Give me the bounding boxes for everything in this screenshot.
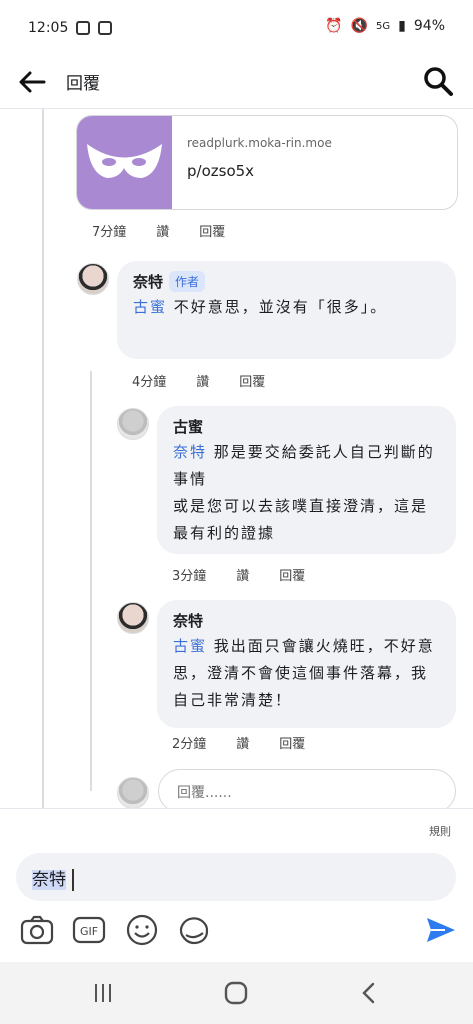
author-name[interactable]: 古蜜 (173, 416, 203, 437)
comment-text: 古蜜 不好意思，並沒有「很多」。 (133, 294, 440, 321)
author-name[interactable]: 奈特 (133, 271, 163, 292)
comment-actions: 4分鐘 讚 回覆 (132, 371, 265, 390)
comment-time: 2分鐘 (172, 737, 207, 752)
link-domain: readplurk.moka-rin.moe (187, 136, 332, 150)
home-icon[interactable] (221, 978, 251, 1008)
author-name[interactable]: 奈特 (173, 610, 203, 631)
comment-body: 那是要交給委託人自己判斷的事情 (173, 443, 435, 488)
comment-text: 古蜜 我出面只會讓火燒旺，不好意思，澄清不會使這個事件落幕，我自己非常清楚！ (173, 633, 440, 714)
text-cursor (72, 869, 74, 891)
system-nav-bar (0, 962, 473, 1024)
reply-button[interactable]: 回覆 (199, 221, 225, 240)
svg-text:GIF: GIF (80, 925, 98, 938)
link-thumbnail (77, 116, 172, 209)
avatar[interactable] (117, 408, 149, 440)
mention-link[interactable]: 古蜜 (173, 637, 207, 655)
thread-line-outer (42, 109, 44, 809)
search-icon[interactable] (421, 64, 455, 98)
camera-icon[interactable] (20, 913, 54, 947)
comment-author: 奈特 (173, 610, 440, 631)
comment-bubble: 奈特 作者 古蜜 不好意思，並沒有「很多」。 (117, 261, 456, 359)
signal-icon: ▮ (398, 18, 406, 34)
compose-value: 奈特 (32, 870, 66, 890)
rules-link[interactable]: 規則 (429, 823, 451, 839)
mention-link[interactable]: 奈特 (173, 443, 207, 461)
status-left: 12:05 (28, 20, 113, 36)
comment-bubble: 奈特 古蜜 我出面只會讓火燒旺，不好意思，澄清不會使這個事件落幕，我自己非常清楚… (157, 600, 456, 728)
comment-author: 古蜜 (173, 416, 440, 437)
reply-button[interactable]: 回覆 (279, 733, 305, 752)
recent-apps-icon[interactable] (88, 978, 118, 1008)
status-bar: 12:05 ⏰ 🔇 5G ▮ 94% (0, 0, 473, 56)
reply-input[interactable]: 回覆...... (158, 769, 456, 809)
reply-button[interactable]: 回覆 (239, 371, 265, 390)
status-right: ⏰ 🔇 5G ▮ 94% (325, 18, 445, 34)
comment-actions: 2分鐘 讚 回覆 (172, 733, 305, 752)
reply-button[interactable]: 回覆 (279, 565, 305, 584)
alarm-icon: ⏰ (325, 18, 343, 34)
page-title: 回覆 (66, 74, 100, 94)
comment-actions: 7分鐘 讚 回覆 (92, 221, 225, 240)
compose-panel: 規則 奈特 GIF (0, 808, 473, 963)
notification-icon (76, 21, 91, 35)
comment-time: 3分鐘 (172, 569, 207, 584)
back-arrow-icon[interactable] (14, 64, 50, 100)
author-badge: 作者 (169, 271, 206, 292)
emoji-icon[interactable] (125, 913, 159, 947)
battery-label: 94% (413, 18, 445, 34)
comment-time: 7分鐘 (92, 225, 127, 240)
like-button[interactable]: 讚 (156, 221, 169, 240)
avatar[interactable] (77, 263, 109, 295)
comment-body: 我出面只會讓火燒旺，不好意思，澄清不會使這個事件落幕，我自己非常清楚！ (173, 637, 435, 709)
link-path: p/ozso5x (187, 162, 255, 180)
like-button[interactable]: 讚 (236, 733, 249, 752)
like-button[interactable]: 讚 (196, 371, 209, 390)
app-bar: 回覆 (0, 56, 473, 109)
sticker-icon[interactable] (177, 913, 211, 947)
like-button[interactable]: 讚 (236, 565, 249, 584)
mask-icon (87, 144, 162, 178)
mute-icon: 🔇 (350, 18, 369, 34)
comment-actions: 3分鐘 讚 回覆 (172, 565, 305, 584)
send-icon[interactable] (424, 913, 458, 947)
comment-author: 奈特 作者 (133, 271, 440, 292)
comment-body-line2: 或是您可以去該噗直接澄清，這是最有利的證據 (173, 497, 429, 542)
comment-body: 不好意思，並沒有「很多」。 (167, 298, 388, 316)
status-time: 12:05 (28, 20, 69, 36)
network-label: 5G (376, 20, 391, 32)
avatar (117, 777, 149, 809)
compose-input[interactable]: 奈特 (16, 853, 456, 901)
back-icon[interactable] (354, 978, 384, 1008)
comment-bubble: 古蜜 奈特 那是要交給委託人自己判斷的事情 或是您可以去該噗直接澄清，這是最有利… (157, 406, 456, 554)
avatar[interactable] (117, 602, 149, 634)
link-preview-card[interactable]: readplurk.moka-rin.moe p/ozso5x (76, 115, 458, 210)
comment-text: 奈特 那是要交給委託人自己判斷的事情 或是您可以去該噗直接澄清，這是最有利的證據 (173, 439, 440, 547)
app-notification-icon (98, 21, 113, 35)
comment-time: 4分鐘 (132, 375, 167, 390)
thread-line-inner (90, 371, 92, 791)
gif-icon[interactable]: GIF (72, 913, 106, 947)
comment-thread: readplurk.moka-rin.moe p/ozso5x 7分鐘 讚 回覆… (0, 109, 473, 809)
mention-link[interactable]: 古蜜 (133, 298, 167, 316)
